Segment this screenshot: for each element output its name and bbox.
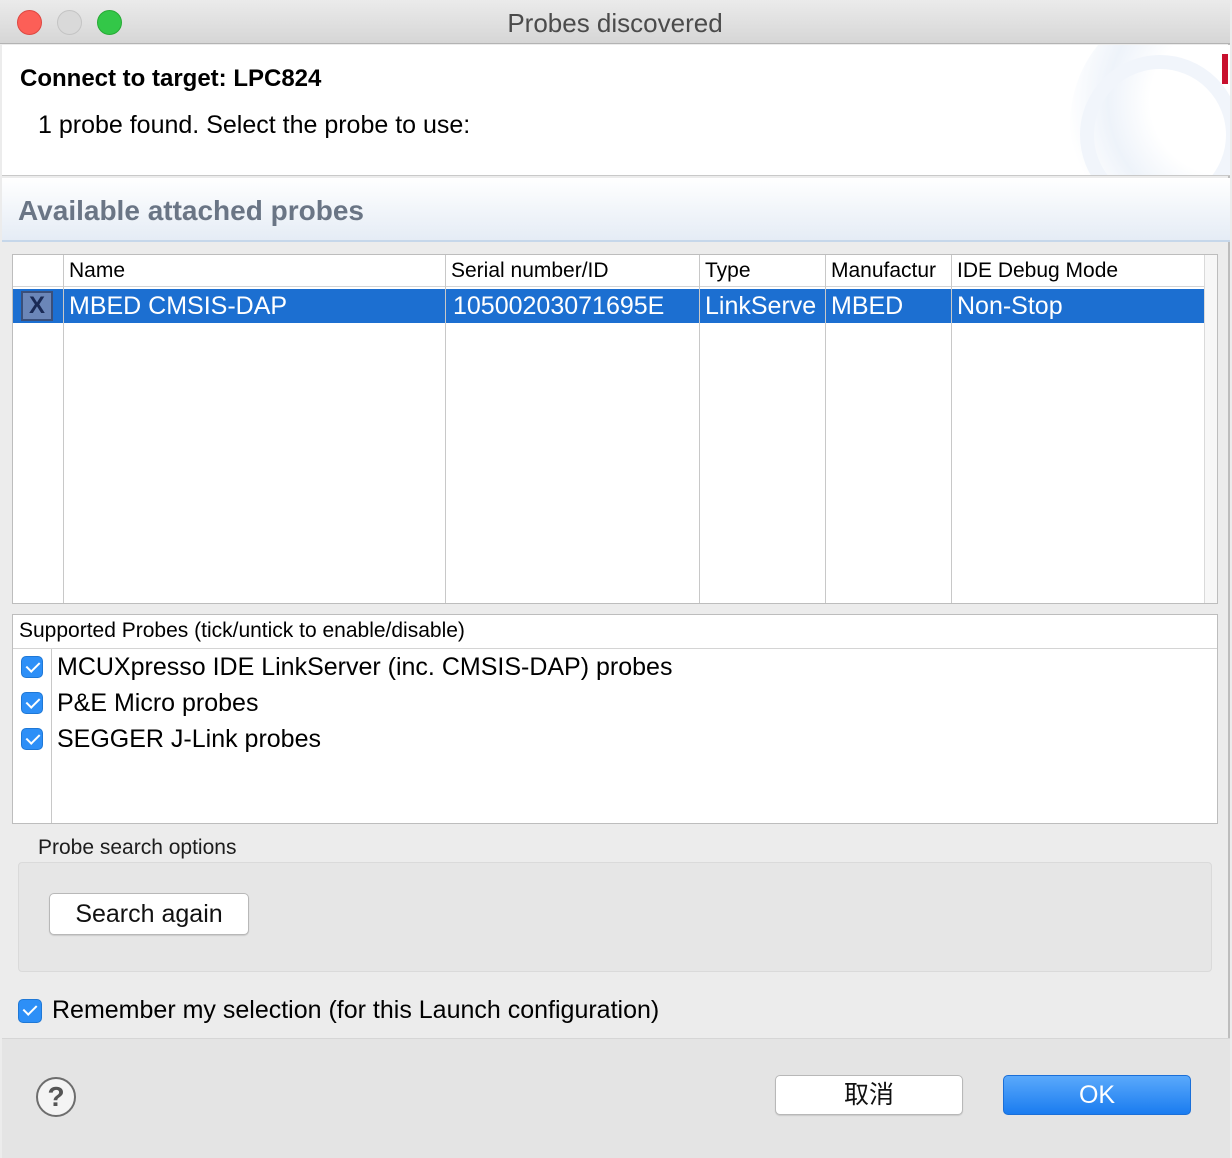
- table-header: Name Serial number/ID Type Manufactur ID…: [13, 255, 1205, 287]
- header-divider: [13, 648, 1217, 649]
- jlink-checkbox[interactable]: [21, 728, 43, 750]
- probe-table[interactable]: Name Serial number/ID Type Manufactur ID…: [12, 254, 1218, 604]
- pe-micro-label: P&E Micro probes: [57, 689, 259, 717]
- column-header-name[interactable]: Name: [69, 259, 444, 283]
- probe-mode-cell[interactable]: Non-Stop: [957, 292, 1197, 321]
- supported-probes-header: Supported Probes (tick/untick to enable/…: [19, 619, 465, 642]
- supported-probes-list[interactable]: Supported Probes (tick/untick to enable/…: [12, 614, 1218, 824]
- ok-button[interactable]: OK: [1003, 1075, 1191, 1115]
- linkserver-label: MCUXpresso IDE LinkServer (inc. CMSIS-DA…: [57, 653, 673, 681]
- column-header-type[interactable]: Type: [705, 259, 823, 283]
- search-again-button[interactable]: Search again: [49, 893, 249, 935]
- column-divider: [825, 255, 826, 603]
- probe-x-icon: X: [21, 291, 53, 321]
- dialog-footer: ? 取消 OK: [2, 1038, 1230, 1158]
- cancel-button[interactable]: 取消: [775, 1075, 963, 1115]
- probe-search-options-label: Probe search options: [38, 836, 237, 859]
- remember-selection-checkbox[interactable]: [18, 999, 42, 1023]
- column-header-serial[interactable]: Serial number/ID: [451, 259, 697, 283]
- window-title: Probes discovered: [507, 8, 723, 38]
- help-icon[interactable]: ?: [36, 1077, 76, 1117]
- title-bar[interactable]: Probes discovered: [0, 0, 1230, 44]
- probe-type-cell[interactable]: LinkServe: [705, 292, 823, 321]
- probe-serial-cell[interactable]: 10500203071695E: [453, 292, 699, 321]
- section-title: Available attached probes: [18, 195, 364, 226]
- dialog-header: Connect to target: LPC824 1 probe found.…: [2, 45, 1230, 176]
- dialog-window: Probes discovered Connect to target: LPC…: [0, 0, 1230, 1158]
- jlink-label: SEGGER J-Link probes: [57, 725, 321, 753]
- section-banner: Available attached probes: [2, 178, 1230, 242]
- probe-name-cell[interactable]: MBED CMSIS-DAP: [69, 292, 444, 321]
- column-divider: [699, 255, 700, 603]
- list-item[interactable]: P&E Micro probes: [13, 687, 1113, 723]
- table-scrollbar[interactable]: [1204, 255, 1217, 603]
- probe-manufacturer-cell[interactable]: MBED: [831, 292, 949, 321]
- pe-micro-checkbox[interactable]: [21, 692, 43, 714]
- remember-selection-label[interactable]: Remember my selection (for this Launch c…: [52, 996, 659, 1025]
- linkserver-checkbox[interactable]: [21, 656, 43, 678]
- column-header-manufacturer[interactable]: Manufactur: [831, 259, 949, 283]
- column-header-debug-mode[interactable]: IDE Debug Mode: [957, 259, 1197, 283]
- remember-selection[interactable]: Remember my selection (for this Launch c…: [18, 996, 918, 1028]
- list-item[interactable]: MCUXpresso IDE LinkServer (inc. CMSIS-DA…: [13, 651, 1113, 687]
- header-title: Connect to target: LPC824: [20, 65, 322, 92]
- header-message: 1 probe found. Select the probe to use:: [38, 111, 471, 139]
- column-divider: [63, 255, 64, 603]
- list-item[interactable]: SEGGER J-Link probes: [13, 723, 1113, 759]
- column-divider: [445, 255, 446, 603]
- background-window-edge: [1222, 54, 1228, 84]
- probe-search-options-group: Search again: [18, 862, 1212, 972]
- column-divider: [951, 255, 952, 603]
